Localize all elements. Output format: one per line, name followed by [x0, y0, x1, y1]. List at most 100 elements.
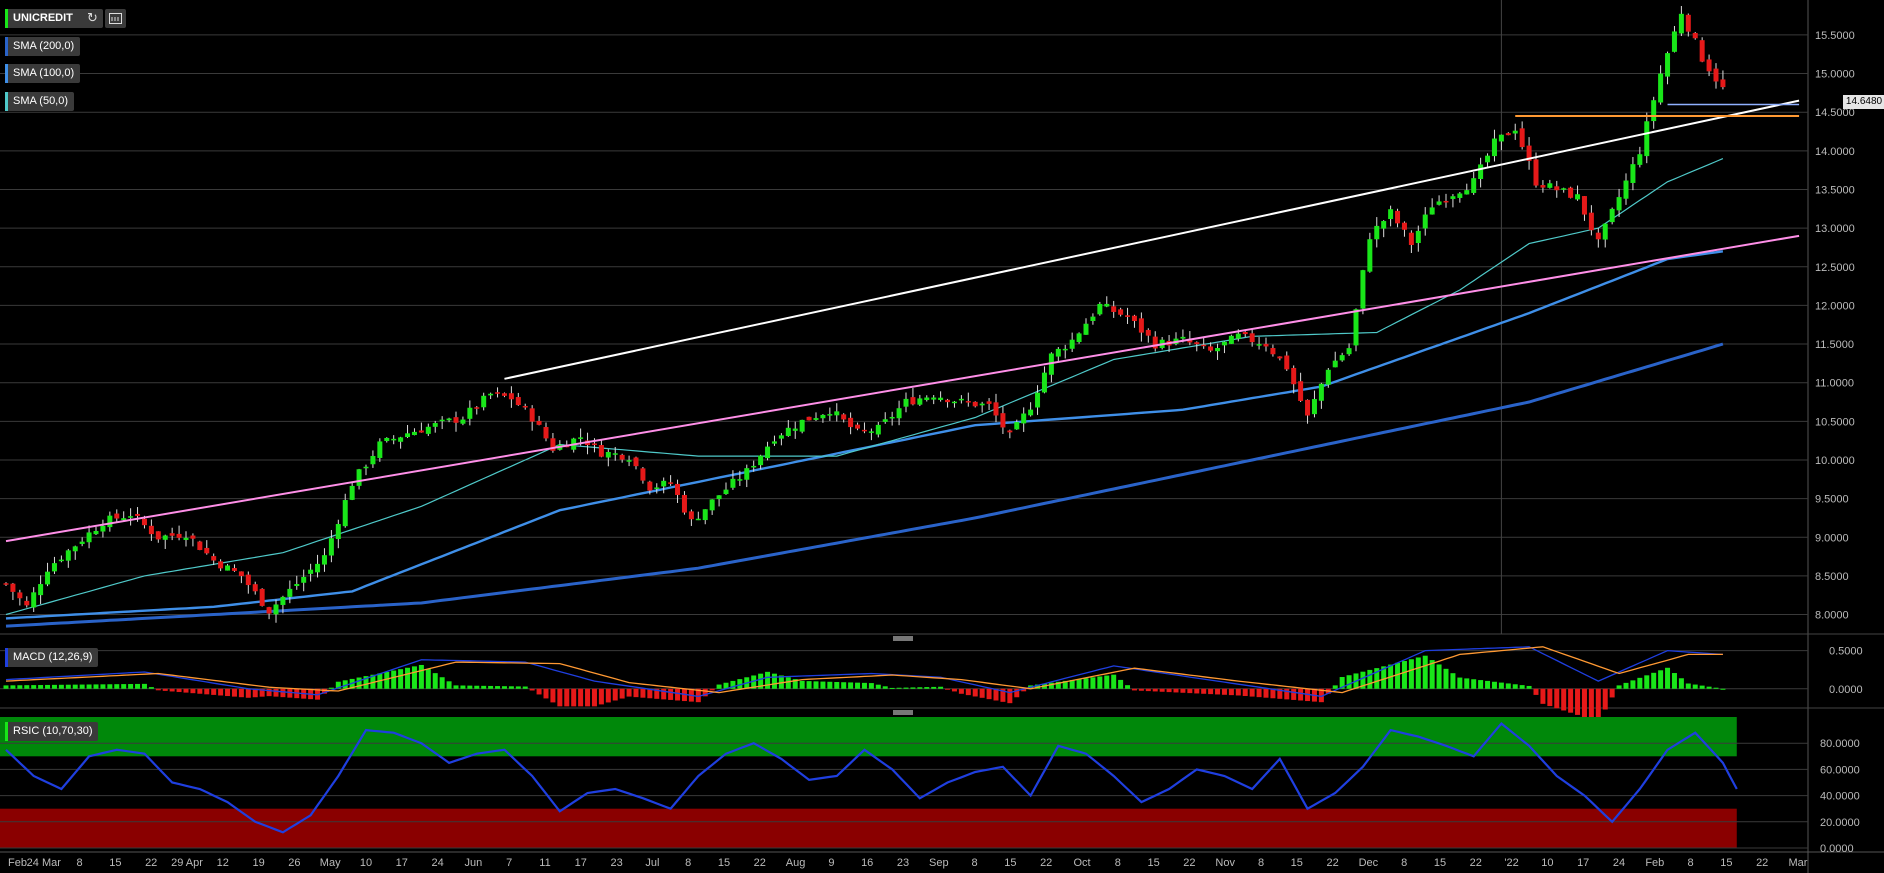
- rsic-color-mark: [5, 722, 8, 741]
- x-tick-label: 15: [1004, 857, 1016, 869]
- macd-histogram-bar: [1104, 675, 1110, 689]
- x-tick-label: 9: [828, 857, 834, 869]
- macd-color-mark: [5, 648, 8, 667]
- candle-body: [1540, 185, 1546, 188]
- candle-body: [155, 531, 161, 540]
- rsic-legend[interactable]: RSIC (10,70,30): [5, 722, 99, 741]
- candle-body: [951, 401, 957, 404]
- candle-body: [647, 481, 653, 491]
- macd-histogram-bar: [578, 688, 584, 707]
- macd-histogram-bar: [1152, 688, 1158, 692]
- y-tick-label: 12.5000: [1815, 262, 1855, 274]
- sma50-legend[interactable]: SMA (50,0): [5, 92, 75, 111]
- x-tick-label: Feb: [1645, 857, 1664, 869]
- x-tick-label: Oct: [1073, 857, 1090, 869]
- candle-body: [162, 535, 168, 540]
- macd-histogram-bar: [903, 687, 909, 689]
- candle-body: [280, 596, 286, 605]
- macd-histogram-bar: [1173, 688, 1179, 693]
- candle-body: [1699, 40, 1705, 62]
- macd-legend[interactable]: MACD (12,26,9): [5, 648, 99, 667]
- macd-histogram-bar: [1554, 688, 1560, 709]
- candle-body: [1381, 221, 1387, 229]
- candle-body: [377, 441, 383, 458]
- candle-body: [460, 419, 466, 424]
- candle-body: [259, 588, 265, 606]
- macd-histogram-bar: [86, 684, 92, 689]
- sma100-legend[interactable]: SMA (100,0): [5, 64, 81, 83]
- x-tick-label: 8: [1115, 857, 1121, 869]
- macd-histogram-bar: [411, 666, 417, 689]
- candle-body: [114, 513, 120, 519]
- candle-body: [425, 426, 431, 434]
- x-tick-label: 8: [77, 857, 83, 869]
- macd-histogram-bar: [1533, 688, 1539, 695]
- candle-body: [1083, 323, 1089, 335]
- candle-body: [1581, 196, 1587, 215]
- candle-body: [190, 535, 196, 539]
- refresh-button[interactable]: ↻: [82, 9, 103, 28]
- sma-line: [5, 158, 1724, 616]
- sma-line: [5, 342, 1724, 628]
- instrument-label[interactable]: UNICREDIT: [5, 9, 87, 28]
- chart-canvas[interactable]: 8.0000 8.5000 9.0000 9.5000 10.0000 10.5000 11…: [0, 0, 1884, 873]
- macd-histogram-bar: [1422, 655, 1428, 689]
- candle-body: [24, 600, 30, 606]
- candle-body: [135, 513, 141, 516]
- macd-histogram-bar: [1249, 688, 1255, 697]
- macd-y-tick-label: 0.0000: [1829, 684, 1863, 696]
- x-tick-label: 24: [1613, 857, 1625, 869]
- x-tick-label: 8: [685, 857, 691, 869]
- x-tick-label: Sep: [929, 857, 949, 869]
- candle-body: [1651, 100, 1657, 122]
- x-tick-label: 10: [1541, 857, 1553, 869]
- candle-body: [45, 571, 51, 585]
- macd-histogram-bar: [453, 685, 459, 689]
- pane-splitter-macd[interactable]: [893, 710, 913, 715]
- macd-histogram-bar: [356, 677, 362, 689]
- candle-body: [986, 401, 992, 404]
- trendline-support: [5, 234, 1800, 543]
- candle-body: [806, 416, 812, 421]
- macd-histogram-bar: [896, 687, 902, 689]
- macd-histogram-bar: [148, 687, 154, 689]
- candle-body: [79, 541, 85, 544]
- macd-histogram-bar: [190, 688, 196, 694]
- candle-body: [1609, 208, 1615, 223]
- macd-histogram-bar: [771, 673, 777, 689]
- macd-histogram-bar: [571, 688, 577, 707]
- candle-body: [1332, 360, 1338, 368]
- macd-histogram-bar: [1346, 675, 1352, 689]
- macd-histogram-bar: [197, 688, 203, 694]
- candle-body: [813, 418, 819, 420]
- macd-histogram-bar: [1713, 687, 1719, 689]
- x-tick-label: 15: [1147, 857, 1159, 869]
- candle-body: [958, 398, 964, 401]
- candle-body: [315, 563, 321, 573]
- macd-histogram-bar: [1692, 684, 1698, 689]
- candle-body: [1678, 13, 1684, 34]
- candle-body: [1228, 335, 1234, 344]
- sma200-legend[interactable]: SMA (200,0): [5, 37, 81, 56]
- x-tick-label: 19: [252, 857, 264, 869]
- macd-histogram-bar: [1630, 680, 1636, 689]
- macd-histogram-bar: [418, 664, 424, 689]
- macd-histogram-bar: [1581, 688, 1587, 718]
- candle-body: [1201, 344, 1207, 347]
- pane-splitter-main[interactable]: [893, 636, 913, 641]
- candle-body: [1104, 303, 1110, 307]
- macd-histogram-bar: [508, 686, 514, 689]
- x-tick-label: May: [320, 857, 341, 869]
- macd-histogram-bar: [245, 688, 251, 698]
- tools-button[interactable]: [105, 9, 126, 28]
- candle-body: [785, 427, 791, 436]
- candle-body: [778, 435, 784, 439]
- candle-body: [1235, 333, 1241, 339]
- x-tick-label: 15: [1291, 857, 1303, 869]
- candle-body: [1215, 348, 1221, 352]
- x-tick-label: 23: [897, 857, 909, 869]
- macd-histogram-bar: [1568, 688, 1574, 713]
- candle-body: [488, 393, 494, 396]
- macd-histogram-bar: [238, 688, 244, 698]
- macd-histogram-bar: [439, 677, 445, 689]
